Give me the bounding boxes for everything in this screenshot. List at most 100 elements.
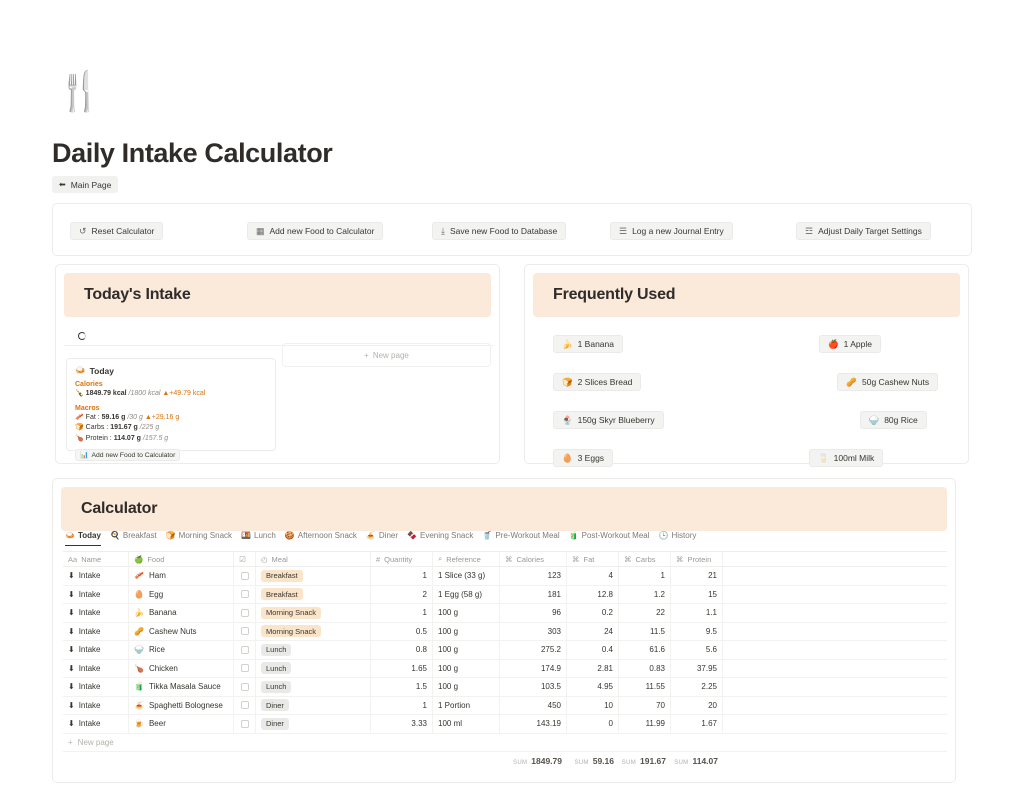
table-row[interactable]: ⬇ Intake 🍝 Spaghetti Bolognese Diner 1 1 Porti… (63, 696, 947, 715)
table-row[interactable]: ⬇ Intake 🍌 Banana Morning Snack 1 100 g 96 0.2 22… (63, 604, 947, 623)
cell-reference[interactable]: 100 g (433, 604, 500, 622)
table-row[interactable]: ⬇ Intake 🍺 Beer Diner 3.33 100 ml 143.19 0 11.99 1… (63, 715, 947, 734)
table-row[interactable]: ⬇ Intake 🧃 Tikka Masala Sauce Lunch 1.5 100 g1… (63, 678, 947, 697)
frequently-used-chip-3[interactable]: 🥜 50g Cashew Nuts (837, 373, 939, 391)
frequently-used-chip-1[interactable]: 🍎 1 Apple (819, 335, 881, 353)
cell-calories[interactable]: 450 (500, 696, 567, 714)
cell-calories[interactable]: 275.2 (500, 641, 567, 659)
column-header-7[interactable]: ⌘ Fat (567, 552, 619, 566)
cell-reference[interactable]: 1 Egg (58 g) (433, 585, 500, 603)
frequently-used-chip-4[interactable]: 🍨 150g Skyr Blueberry (553, 411, 664, 429)
cell-name[interactable]: ⬇ Intake (63, 696, 129, 714)
cell-calories[interactable]: 181 (500, 585, 567, 603)
cell-fat[interactable]: 0.4 (567, 641, 619, 659)
cell-meal[interactable]: Morning Snack (256, 604, 371, 622)
today-summary-card[interactable]: 🍛 Today Calories 🍾 1849.79 kcal /1800 kc… (66, 358, 276, 461)
cell-fat[interactable]: 24 (567, 622, 619, 640)
checkbox-icon[interactable] (240, 682, 249, 691)
cell-fat[interactable]: 4.95 (567, 678, 619, 696)
column-header-0[interactable]: Aa Name (63, 552, 129, 566)
cell-food[interactable]: 🧃 Tikka Masala Sauce (129, 678, 234, 696)
cell-meal[interactable]: Breakfast (256, 585, 371, 603)
cell-checkbox[interactable] (234, 696, 256, 714)
cell-checkbox[interactable] (234, 641, 256, 659)
cell-carbs[interactable]: 70 (619, 696, 671, 714)
cell-empty[interactable] (723, 567, 947, 585)
cell-reference[interactable]: 100 g (433, 678, 500, 696)
column-header-8[interactable]: ⌘ Carbs (619, 552, 671, 566)
cell-food[interactable]: 🍌 Banana (129, 604, 234, 622)
tab-afternoon-snack[interactable]: 🍪 Afternoon Snack (285, 531, 357, 546)
cell-calories[interactable]: 143.19 (500, 715, 567, 733)
frequently-used-chip-5[interactable]: 🍚 80g Rice (859, 411, 927, 429)
cell-protein[interactable]: 15 (671, 585, 723, 603)
cell-empty[interactable] (723, 623, 947, 641)
column-header-5[interactable]: ⌕ Reference (433, 552, 500, 566)
cell-reference[interactable]: 1 Portion (433, 696, 500, 714)
cell-carbs[interactable]: 61.6 (619, 641, 671, 659)
column-header-9[interactable]: ⌘ Protein (671, 552, 723, 566)
cell-fat[interactable]: 12.8 (567, 585, 619, 603)
cell-reference[interactable]: 1 Slice (33 g) (433, 567, 500, 585)
toolbar-button-4[interactable]: ☲ Adjust Daily Target Settings (796, 222, 931, 240)
cell-protein[interactable]: 1.67 (671, 715, 723, 733)
toolbar-button-0[interactable]: ↺ Reset Calculator (70, 222, 164, 240)
cell-calories[interactable]: 303 (500, 622, 567, 640)
cell-food[interactable]: 🥜 Cashew Nuts (129, 622, 234, 640)
checkbox-icon[interactable] (240, 608, 249, 617)
cell-meal[interactable]: Morning Snack (256, 622, 371, 640)
cell-carbs[interactable]: 11.5 (619, 622, 671, 640)
cell-calories[interactable]: 123 (500, 567, 567, 585)
cell-quantity[interactable]: 1 (371, 696, 433, 714)
cell-name[interactable]: ⬇ Intake (63, 641, 129, 659)
frequently-used-chip-7[interactable]: 🥛 100ml Milk (809, 449, 884, 467)
tab-breakfast[interactable]: 🍳 Breakfast (110, 531, 157, 546)
tab-evening-snack[interactable]: 🍫 Evening Snack (407, 531, 473, 546)
cell-fat[interactable]: 0 (567, 715, 619, 733)
checkbox-icon[interactable] (240, 571, 249, 580)
sum-calories[interactable]: SUM 1849.79 (500, 756, 567, 774)
cell-checkbox[interactable] (234, 715, 256, 733)
add-food-to-calculator-inline-button[interactable]: 📊 Add new Food to Calculator (75, 449, 181, 461)
cell-meal[interactable]: Lunch (256, 641, 371, 659)
table-row[interactable]: ⬇ Intake 🥚 Egg Breakfast 2 1 Egg (58 g) 181 12.8… (63, 585, 947, 604)
cell-calories[interactable]: 96 (500, 604, 567, 622)
cell-protein[interactable]: 2.25 (671, 678, 723, 696)
cell-quantity[interactable]: 2 (371, 585, 433, 603)
tab-history[interactable]: 🕒 History (659, 531, 697, 546)
cell-checkbox[interactable] (234, 678, 256, 696)
tab-post-workout-meal[interactable]: 🧃 Post-Workout Meal (569, 531, 650, 546)
cell-checkbox[interactable] (234, 604, 256, 622)
sum-fat[interactable]: SUM 59.16 (567, 756, 619, 774)
cell-name[interactable]: ⬇ Intake (63, 604, 129, 622)
checkbox-icon[interactable] (240, 701, 249, 710)
cell-checkbox[interactable] (234, 567, 256, 585)
tab-lunch[interactable]: 🍱 Lunch (241, 531, 276, 546)
cell-protein[interactable]: 37.95 (671, 659, 723, 677)
tab-pre-workout-meal[interactable]: 🥤 Pre-Workout Meal (482, 531, 559, 546)
cell-quantity[interactable]: 0.5 (371, 622, 433, 640)
frequently-used-chip-2[interactable]: 🍞 2 Slices Bread (553, 373, 642, 391)
cell-empty[interactable] (723, 641, 947, 659)
table-row[interactable]: ⬇ Intake 🥓 Ham Breakfast 1 1 Slice (33 g) 123 4 1… (63, 567, 947, 586)
cell-food[interactable]: 🍗 Chicken (129, 659, 234, 677)
cell-checkbox[interactable] (234, 585, 256, 603)
cell-empty[interactable] (723, 697, 947, 715)
cell-carbs[interactable]: 1.2 (619, 585, 671, 603)
breadcrumb-main-page[interactable]: ⬅ Main Page (52, 176, 119, 193)
cell-fat[interactable]: 0.2 (567, 604, 619, 622)
cell-reference[interactable]: 100 g (433, 622, 500, 640)
cell-food[interactable]: 🍺 Beer (129, 715, 234, 733)
cell-name[interactable]: ⬇ Intake (63, 622, 129, 640)
checkbox-icon[interactable] (240, 627, 249, 636)
cell-meal[interactable]: Diner (256, 696, 371, 714)
cell-reference[interactable]: 100 ml (433, 715, 500, 733)
cell-empty[interactable] (723, 678, 947, 696)
cell-name[interactable]: ⬇ Intake (63, 567, 129, 585)
cell-meal[interactable]: Diner (256, 715, 371, 733)
cell-checkbox[interactable] (234, 659, 256, 677)
toolbar-button-1[interactable]: ▦ Add new Food to Calculator (247, 222, 384, 240)
cell-protein[interactable]: 20 (671, 696, 723, 714)
column-header-4[interactable]: # Quantity (371, 552, 433, 566)
cell-protein[interactable]: 21 (671, 567, 723, 585)
